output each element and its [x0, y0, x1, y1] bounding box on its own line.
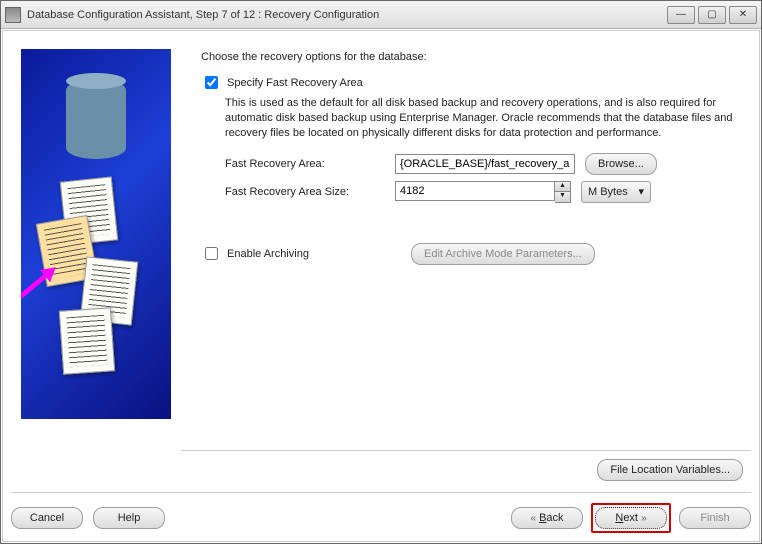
fra-size-row: Fast Recovery Area Size: ▲ ▼ M Bytes ▾: [225, 181, 743, 203]
chevron-right-icon: »: [641, 513, 647, 524]
archive-row: Enable Archiving Edit Archive Mode Param…: [201, 243, 743, 265]
cancel-button[interactable]: Cancel: [11, 507, 83, 529]
spinner-up-icon[interactable]: ▲: [555, 182, 570, 192]
titlebar: Database Configuration Assistant, Step 7…: [1, 1, 761, 29]
fra-size-unit-select[interactable]: M Bytes ▾: [581, 181, 651, 203]
chevron-left-icon: «: [530, 513, 536, 524]
window-controls: — ▢ ✕: [667, 6, 757, 24]
main-area: Choose the recovery options for the data…: [11, 39, 751, 485]
fra-size-input[interactable]: [395, 181, 555, 201]
wizard-window: Database Configuration Assistant, Step 7…: [0, 0, 762, 544]
edit-archive-params-button: Edit Archive Mode Parameters...: [411, 243, 595, 265]
specify-fra-label: Specify Fast Recovery Area: [227, 77, 363, 89]
fra-size-label: Fast Recovery Area Size:: [225, 186, 385, 198]
database-cylinder-icon: [66, 79, 126, 159]
back-label: ack: [546, 512, 563, 524]
specify-fra-row: Specify Fast Recovery Area: [201, 73, 743, 92]
file-location-variables-button[interactable]: File Location Variables...: [597, 459, 743, 481]
wizard-footer: Cancel Help « Back Next » Finish: [11, 492, 751, 533]
back-button[interactable]: « Back: [511, 507, 583, 529]
browse-button[interactable]: Browse...: [585, 153, 657, 175]
enable-archiving-checkbox[interactable]: [205, 247, 218, 260]
finish-button: Finish: [679, 507, 751, 529]
specify-fra-checkbox[interactable]: [205, 76, 218, 89]
help-button[interactable]: Help: [93, 507, 165, 529]
fra-path-row: Fast Recovery Area: Browse...: [225, 153, 743, 175]
spinner-down-icon[interactable]: ▼: [555, 192, 570, 202]
next-button[interactable]: Next »: [595, 507, 667, 529]
content-area: Choose the recovery options for the data…: [2, 30, 760, 542]
close-button[interactable]: ✕: [729, 6, 757, 24]
form-area: Choose the recovery options for the data…: [181, 39, 751, 485]
minimize-button[interactable]: —: [667, 6, 695, 24]
next-label: ext: [623, 512, 638, 524]
fra-path-input[interactable]: [395, 154, 575, 174]
document-icon: [59, 307, 115, 374]
next-highlight: Next »: [591, 503, 671, 533]
wizard-side-image: [21, 49, 171, 419]
fra-size-unit-label: M Bytes: [588, 186, 628, 198]
page-heading: Choose the recovery options for the data…: [201, 51, 743, 63]
chevron-down-icon: ▾: [638, 185, 644, 198]
maximize-button[interactable]: ▢: [698, 6, 726, 24]
app-icon: [5, 7, 21, 23]
spinner-buttons: ▲ ▼: [555, 181, 571, 203]
window-title: Database Configuration Assistant, Step 7…: [27, 9, 667, 21]
specify-fra-description: This is used as the default for all disk…: [225, 96, 743, 141]
enable-archiving-label: Enable Archiving: [227, 248, 309, 260]
fra-size-spinner: ▲ ▼: [395, 181, 571, 203]
fra-path-label: Fast Recovery Area:: [225, 158, 385, 170]
